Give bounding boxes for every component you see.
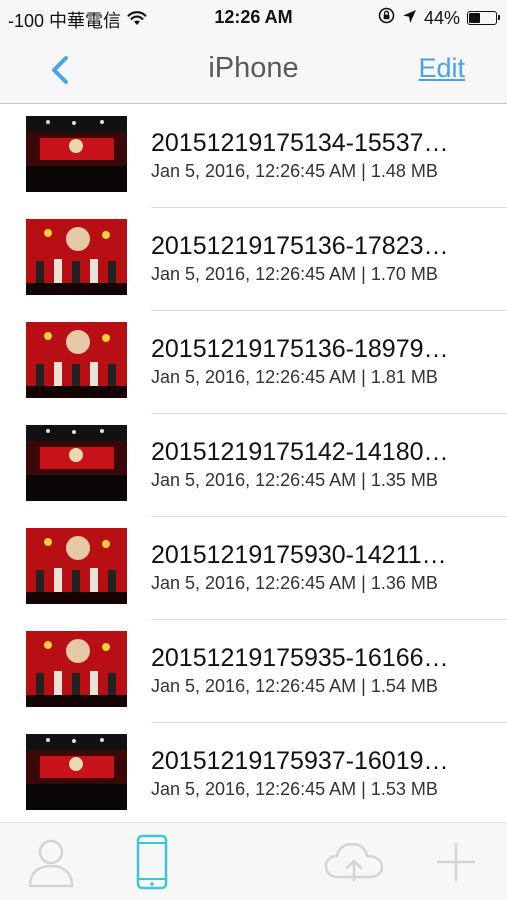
tab-iphone[interactable] (124, 823, 180, 900)
plus-icon (437, 843, 475, 881)
tab-add[interactable] (428, 823, 484, 900)
photo-thumbnail (26, 219, 127, 295)
file-row[interactable]: 20151219175136-17823… Jan 5, 2016, 12:26:… (0, 208, 507, 311)
file-row[interactable]: 20151219175142-14180… Jan 5, 2016, 12:26:… (0, 414, 507, 517)
meta-separator: | (356, 676, 371, 696)
thumbnail (26, 734, 127, 810)
meta-separator: | (356, 573, 371, 593)
edit-button[interactable]: Edit (418, 53, 465, 84)
file-meta: Jan 5, 2016, 12:26:45 AM | 1.48 MB (151, 161, 438, 182)
thumbnail (26, 116, 127, 192)
file-date: Jan 5, 2016, 12:26:45 AM (151, 367, 357, 387)
photo-thumbnail (26, 734, 127, 810)
meta-separator: | (356, 367, 371, 387)
file-name: 20151219175935-16166… (151, 644, 449, 672)
cloud-upload-icon (324, 842, 384, 881)
file-date: Jan 5, 2016, 12:26:45 AM (151, 264, 357, 284)
tab-bar (0, 822, 507, 900)
file-size: 1.35 MB (370, 470, 438, 490)
meta-separator: | (356, 161, 371, 181)
file-name: 20151219175134-15537… (151, 129, 449, 157)
thumbnail (26, 219, 127, 295)
file-row[interactable]: 20151219175935-16166… Jan 5, 2016, 12:26:… (0, 620, 507, 723)
orientation-lock-icon (378, 7, 395, 29)
battery-fill (469, 13, 480, 23)
file-date: Jan 5, 2016, 12:26:45 AM (151, 779, 357, 799)
file-name: 20151219175142-14180… (151, 438, 449, 466)
file-meta: Jan 5, 2016, 12:26:45 AM | 1.54 MB (151, 676, 438, 697)
file-date: Jan 5, 2016, 12:26:45 AM (151, 573, 357, 593)
file-row[interactable]: 20151219175134-15537… Jan 5, 2016, 12:26:… (0, 105, 507, 208)
battery-percent: 44% (423, 7, 460, 28)
file-size: 1.70 MB (370, 264, 438, 284)
tab-profile[interactable] (16, 823, 86, 900)
status-right: 44% (378, 7, 500, 29)
battery-icon (467, 11, 500, 25)
file-size: 1.48 MB (370, 161, 438, 181)
navigation-bar: iPhone Edit (0, 36, 507, 104)
file-meta: Jan 5, 2016, 12:26:45 AM | 1.35 MB (151, 470, 438, 491)
meta-separator: | (356, 264, 371, 284)
photo-thumbnail (26, 631, 127, 707)
file-list: 20151219175134-15537… Jan 5, 2016, 12:26:… (0, 105, 507, 822)
thumbnail (26, 322, 127, 398)
photo-thumbnail (26, 425, 127, 501)
file-name: 20151219175136-18979… (151, 335, 449, 363)
thumbnail (26, 528, 127, 604)
location-arrow-icon (402, 8, 417, 29)
person-icon (28, 839, 74, 888)
file-date: Jan 5, 2016, 12:26:45 AM (151, 676, 357, 696)
file-name: 20151219175136-17823… (151, 232, 449, 260)
file-meta: Jan 5, 2016, 12:26:45 AM | 1.81 MB (151, 367, 438, 388)
file-name: 20151219175937-16019… (151, 747, 449, 775)
file-row[interactable]: 20151219175136-18979… Jan 5, 2016, 12:26:… (0, 311, 507, 414)
file-date: Jan 5, 2016, 12:26:45 AM (151, 161, 357, 181)
file-meta: Jan 5, 2016, 12:26:45 AM | 1.53 MB (151, 779, 438, 800)
file-meta: Jan 5, 2016, 12:26:45 AM | 1.36 MB (151, 573, 438, 594)
tab-cloud-upload[interactable] (318, 823, 390, 900)
photo-thumbnail (26, 322, 127, 398)
file-size: 1.81 MB (370, 367, 438, 387)
file-size: 1.54 MB (370, 676, 438, 696)
file-row[interactable]: 20151219175937-16019… Jan 5, 2016, 12:26:… (0, 723, 507, 822)
status-bar: -100 中華電信 12:26 AM 44% (0, 0, 507, 36)
file-size: 1.53 MB (370, 779, 438, 799)
meta-separator: | (356, 779, 371, 799)
phone-icon (136, 834, 168, 890)
thumbnail (26, 631, 127, 707)
meta-separator: | (356, 470, 371, 490)
thumbnail (26, 425, 127, 501)
file-name: 20151219175930-14211… (151, 541, 447, 569)
file-meta: Jan 5, 2016, 12:26:45 AM | 1.70 MB (151, 264, 438, 285)
file-date: Jan 5, 2016, 12:26:45 AM (151, 470, 357, 490)
file-size: 1.36 MB (370, 573, 438, 593)
photo-thumbnail (26, 116, 127, 192)
photo-thumbnail (26, 528, 127, 604)
file-row[interactable]: 20151219175930-14211… Jan 5, 2016, 12:26:… (0, 517, 507, 620)
